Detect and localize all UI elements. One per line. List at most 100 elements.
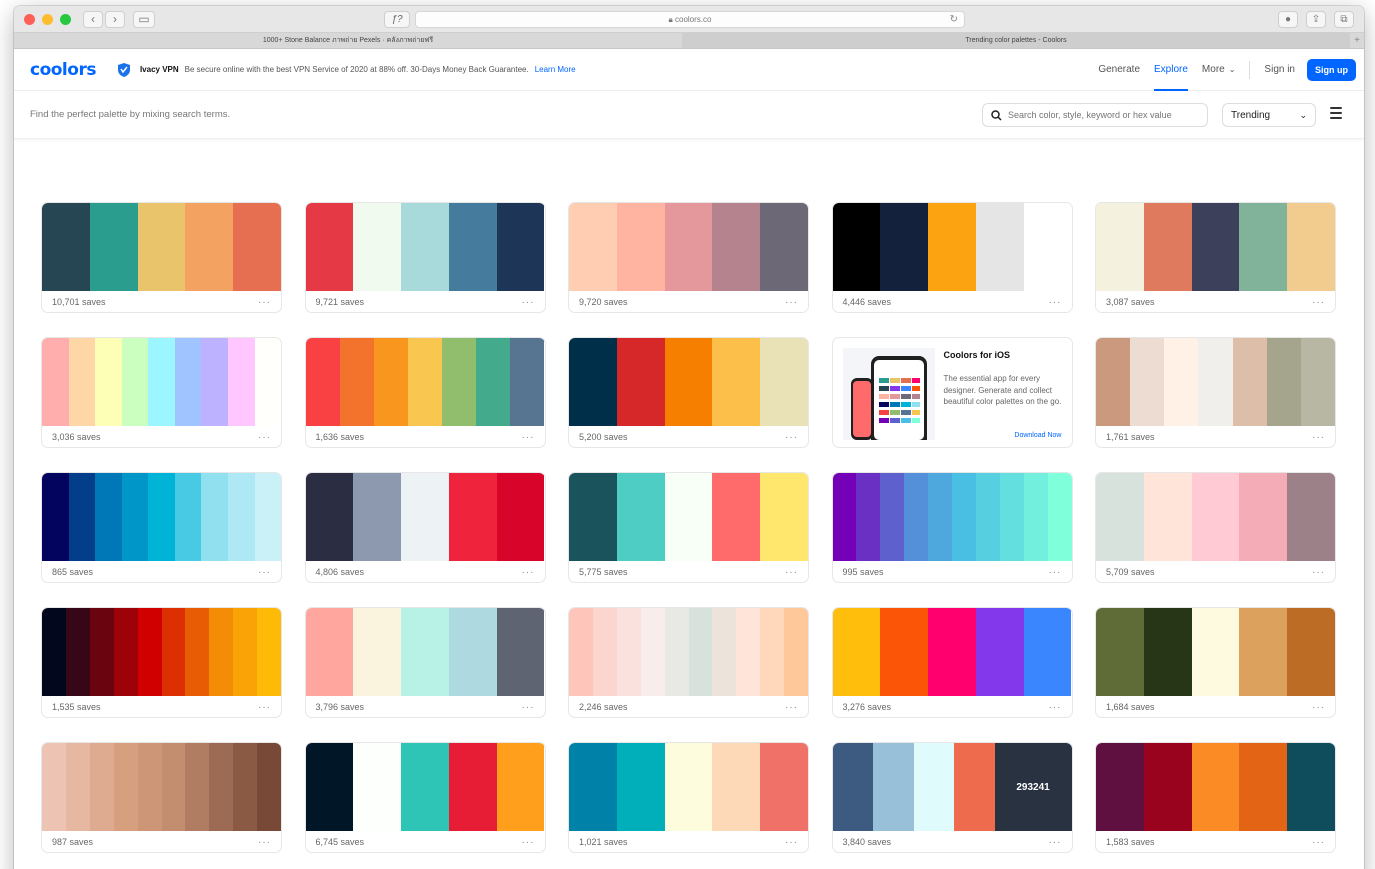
nav-more[interactable]: More ⌄ <box>1202 49 1236 91</box>
color-swatch[interactable] <box>401 743 449 831</box>
color-swatch[interactable] <box>1143 743 1192 831</box>
more-options-icon[interactable]: ··· <box>258 297 271 308</box>
sort-select[interactable]: Trending ⌄ <box>1222 103 1316 127</box>
color-swatch[interactable] <box>233 743 258 831</box>
more-options-icon[interactable]: ··· <box>258 837 271 848</box>
color-swatch[interactable] <box>42 473 69 561</box>
search-input[interactable] <box>1008 110 1198 120</box>
color-swatch[interactable] <box>975 203 1024 291</box>
color-swatch[interactable] <box>1096 338 1131 426</box>
color-swatch[interactable] <box>89 203 138 291</box>
palette-card[interactable]: 2,246 saves ··· <box>568 607 809 718</box>
color-swatch[interactable] <box>1239 203 1288 291</box>
color-swatch[interactable] <box>1287 608 1335 696</box>
more-options-icon[interactable]: ··· <box>522 297 535 308</box>
palette-card[interactable]: 865 saves ··· <box>41 472 282 583</box>
color-swatch[interactable] <box>664 338 713 426</box>
color-swatch[interactable] <box>1287 743 1335 831</box>
more-options-icon[interactable]: ··· <box>1312 567 1325 578</box>
color-swatch[interactable] <box>496 608 545 696</box>
palette-card[interactable]: 3,796 saves ··· <box>304 607 546 718</box>
color-swatch[interactable] <box>496 473 545 561</box>
palette-swatches[interactable] <box>1096 608 1335 696</box>
color-swatch[interactable] <box>904 473 929 561</box>
color-swatch[interactable] <box>736 608 761 696</box>
palette-swatches[interactable] <box>42 473 281 561</box>
color-swatch[interactable] <box>442 338 477 426</box>
palette-card[interactable]: 5,709 saves ··· <box>1095 472 1336 583</box>
color-swatch[interactable] <box>952 473 976 561</box>
color-swatch[interactable] <box>1287 203 1335 291</box>
color-swatch[interactable] <box>1047 473 1072 561</box>
color-swatch[interactable] <box>1143 203 1192 291</box>
more-options-icon[interactable]: ··· <box>1312 837 1325 848</box>
color-swatch[interactable] <box>1130 338 1165 426</box>
color-swatch[interactable] <box>65 608 90 696</box>
palette-swatches[interactable] <box>569 743 808 831</box>
palette-swatches[interactable] <box>569 203 808 291</box>
promo-card-ios[interactable]: Coolors for iOS The essential app for ev… <box>831 337 1073 448</box>
color-swatch[interactable] <box>616 743 665 831</box>
palette-swatches[interactable] <box>1096 743 1335 831</box>
more-options-icon[interactable]: ··· <box>522 837 535 848</box>
color-swatch[interactable] <box>496 743 545 831</box>
color-swatch[interactable] <box>664 743 713 831</box>
palette-card[interactable]: 6,745 saves ··· <box>304 742 546 853</box>
color-swatch[interactable] <box>712 338 761 426</box>
color-swatch[interactable] <box>68 338 96 426</box>
color-swatch[interactable] <box>1096 743 1144 831</box>
palette-card[interactable]: 995 saves ··· <box>831 472 1073 583</box>
palette-card[interactable]: 1,583 saves ··· <box>1095 742 1336 853</box>
color-swatch[interactable] <box>928 473 953 561</box>
palette-swatches[interactable] <box>569 608 808 696</box>
palette-card[interactable]: 4,446 saves ··· <box>831 202 1073 313</box>
color-swatch[interactable] <box>233 608 258 696</box>
color-swatch[interactable] <box>185 743 210 831</box>
color-swatch[interactable] <box>407 338 443 426</box>
color-swatch[interactable] <box>353 608 402 696</box>
color-swatch[interactable] <box>1191 608 1240 696</box>
color-swatch[interactable] <box>1198 338 1233 426</box>
ad-learn-more-link[interactable]: Learn More <box>535 65 576 74</box>
color-swatch[interactable] <box>254 473 281 561</box>
more-options-icon[interactable]: ··· <box>258 567 271 578</box>
color-swatch[interactable] <box>712 473 761 561</box>
color-swatch[interactable] <box>832 608 881 696</box>
palette-card[interactable]: 5,775 saves ··· <box>568 472 809 583</box>
palette-card[interactable]: 9,721 saves ··· <box>304 202 546 313</box>
more-options-icon[interactable]: ··· <box>1312 432 1325 443</box>
color-swatch[interactable] <box>1023 203 1072 291</box>
color-swatch[interactable] <box>401 203 449 291</box>
color-swatch[interactable] <box>569 743 617 831</box>
palette-swatches[interactable] <box>569 473 808 561</box>
more-options-icon[interactable]: ··· <box>785 567 798 578</box>
tab-coolors[interactable]: Trending color palettes - Coolors <box>682 33 1350 48</box>
color-swatch[interactable] <box>1191 203 1240 291</box>
sidebar-toggle-button[interactable]: ▭ <box>133 10 155 28</box>
color-swatch[interactable] <box>1300 338 1335 426</box>
color-swatch[interactable] <box>880 608 929 696</box>
color-swatch[interactable] <box>42 608 66 696</box>
color-swatch[interactable] <box>1266 338 1301 426</box>
color-swatch[interactable] <box>569 203 617 291</box>
color-swatch[interactable] <box>148 473 175 561</box>
color-swatch[interactable] <box>353 473 402 561</box>
more-options-icon[interactable]: ··· <box>785 702 798 713</box>
color-swatch[interactable] <box>873 743 914 831</box>
more-options-icon[interactable]: ··· <box>1049 702 1062 713</box>
color-swatch[interactable] <box>616 338 665 426</box>
color-swatch[interactable] <box>1191 743 1240 831</box>
color-swatch[interactable] <box>137 608 162 696</box>
palette-card[interactable]: 10,701 saves ··· <box>41 202 282 313</box>
color-swatch[interactable] <box>569 473 617 561</box>
back-button[interactable]: ‹ <box>83 10 103 28</box>
color-swatch[interactable] <box>42 338 69 426</box>
color-swatch[interactable] <box>448 473 497 561</box>
signup-button[interactable]: Sign up <box>1307 59 1356 81</box>
color-swatch[interactable] <box>1143 608 1192 696</box>
color-swatch[interactable] <box>832 203 881 291</box>
nav-signin[interactable]: Sign in <box>1264 49 1295 91</box>
color-swatch[interactable] <box>95 473 122 561</box>
color-swatch[interactable] <box>448 203 497 291</box>
palette-card[interactable]: 4,806 saves ··· <box>304 472 546 583</box>
